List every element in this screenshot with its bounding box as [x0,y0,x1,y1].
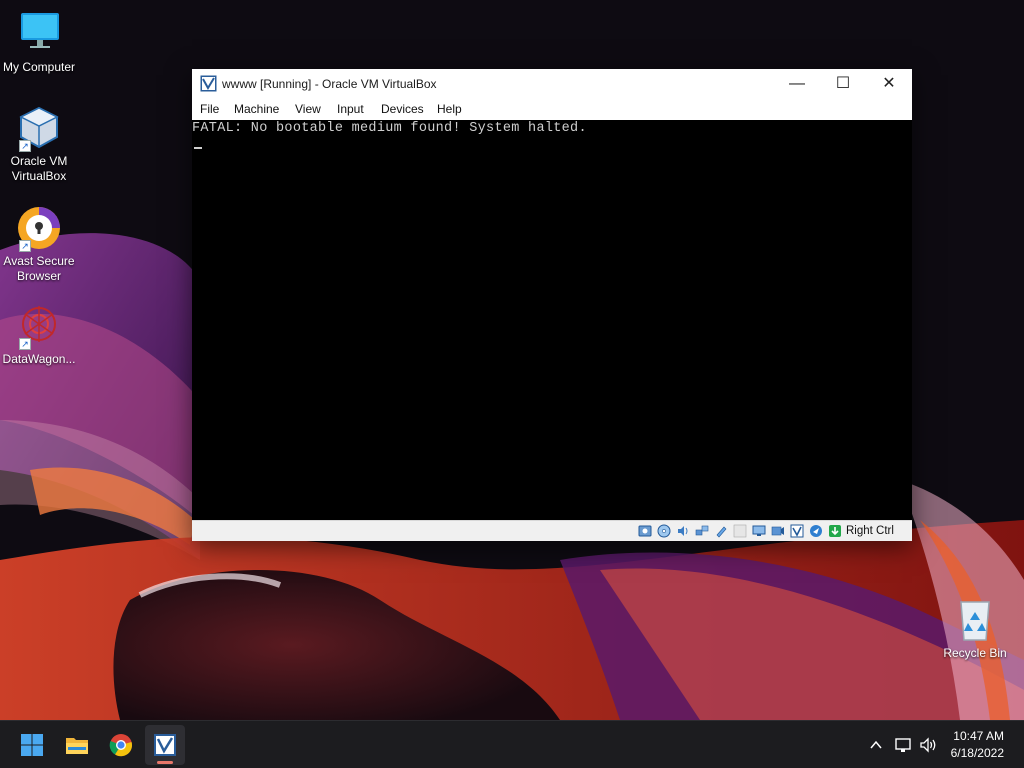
audio-icon[interactable] [676,524,690,538]
host-key-label: Right Ctrl [846,525,894,537]
windows-logo-icon [21,734,43,756]
clock-time[interactable]: 10:47 AM [953,729,1004,743]
shortcut-arrow-icon: ↗ [19,140,31,152]
chrome-button[interactable] [101,725,141,765]
desktop-icon-label: Oracle VM VirtualBox [10,154,68,183]
menu-input[interactable]: Input [337,102,364,116]
running-indicator [157,761,173,764]
desktop-icon-my-computer[interactable]: My Computer [0,10,79,75]
keyboard-capture-icon[interactable] [828,524,842,538]
desktop-icon-label: Recycle Bin [943,646,1007,660]
file-explorer-button[interactable] [57,725,97,765]
video-capture-icon[interactable] [771,524,785,538]
desktop-icon-virtualbox[interactable]: ↗ Oracle VM VirtualBox [0,104,79,184]
avast-browser-icon: ↗ [15,204,63,252]
minimize-button[interactable]: — [774,69,820,99]
virtualbox-vm-window[interactable]: wwww [Running] - Oracle VM VirtualBox — … [192,69,912,541]
console-cursor [194,147,202,149]
network-icon[interactable] [695,524,709,538]
virtualbox-taskbar-button[interactable] [145,725,185,765]
mouse-integration-icon[interactable] [809,524,823,538]
datawagon-icon: ↗ [15,302,63,350]
virtualbox-app-icon [154,734,176,756]
monitor-icon [15,10,63,58]
menu-file[interactable]: File [200,102,219,116]
volume-icon[interactable] [918,735,938,755]
menu-bar: File Machine View Input Devices Help [192,99,912,120]
menu-view[interactable]: View [295,102,321,116]
chrome-icon [109,734,133,757]
start-button[interactable] [12,725,52,765]
shared-folders-icon[interactable] [733,524,747,538]
show-hidden-icons-chevron-icon[interactable] [866,735,886,755]
virtualization-icon[interactable] [790,524,804,538]
display-icon[interactable] [752,524,766,538]
hard-disk-icon[interactable] [638,524,652,538]
shortcut-arrow-icon: ↗ [19,240,31,252]
menu-machine[interactable]: Machine [234,102,279,116]
desktop-icon-label: Avast Secure Browser [3,254,75,283]
menu-help[interactable]: Help [437,102,462,116]
desktop-icon-avast-browser[interactable]: ↗ Avast Secure Browser [0,204,79,284]
optical-drive-icon[interactable] [657,524,671,538]
maximize-button[interactable]: ☐ [820,69,866,99]
network-icon[interactable] [893,735,913,755]
desktop-icon-label: My Computer [2,60,76,74]
desktop-icon-recycle-bin[interactable]: Recycle Bin [935,596,1015,661]
window-title: wwww [Running] - Oracle VM VirtualBox [222,77,437,91]
usb-icon[interactable] [714,524,728,538]
close-button[interactable]: ✕ [866,69,912,99]
taskbar: 10:47 AM 6/18/2022 [0,720,1024,768]
shortcut-arrow-icon: ↗ [19,338,31,350]
virtualbox-cube-icon: ↗ [15,104,63,152]
window-titlebar[interactable]: wwww [Running] - Oracle VM VirtualBox — … [192,69,912,99]
virtualbox-app-icon [200,75,217,92]
console-error-message: FATAL: No bootable medium found! System … [192,121,587,136]
clock-date[interactable]: 6/18/2022 [951,746,1004,760]
vm-status-bar: Right Ctrl [192,520,912,541]
folder-icon [66,738,88,754]
desktop-icon-datawagon[interactable]: ↗ DataWagon... [0,302,79,367]
recycle-bin-icon [951,596,999,644]
menu-devices[interactable]: Devices [381,102,424,116]
vm-display[interactable]: FATAL: No bootable medium found! System … [192,120,912,520]
desktop-icon-label: DataWagon... [2,352,76,366]
